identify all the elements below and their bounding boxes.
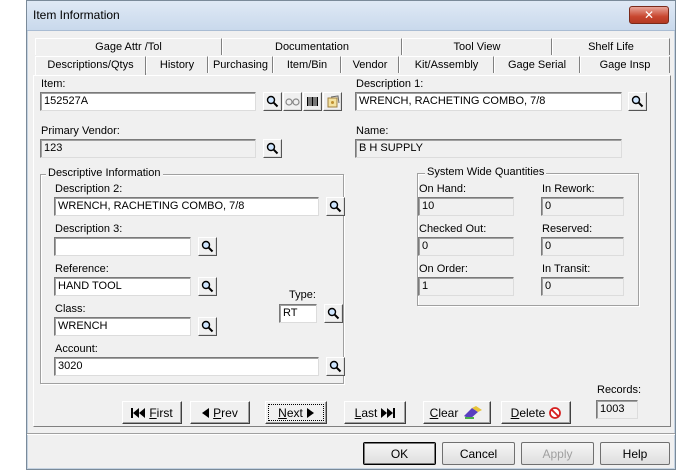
delete-label: Delete bbox=[510, 405, 546, 420]
tab-purchasing[interactable]: Purchasing bbox=[208, 56, 273, 73]
first-record-icon bbox=[131, 407, 146, 418]
first-record-label: First bbox=[149, 405, 173, 420]
class-field[interactable]: WRENCH bbox=[54, 317, 191, 336]
tab-history[interactable]: History bbox=[146, 56, 208, 73]
tab-gage-serial[interactable]: Gage Serial bbox=[494, 56, 580, 73]
class-label: Class: bbox=[55, 303, 86, 315]
primary-vendor-label: Primary Vendor: bbox=[41, 125, 120, 137]
ok-button[interactable]: OK bbox=[363, 442, 436, 465]
glasses-icon bbox=[285, 98, 300, 106]
description3-label: Description 3: bbox=[55, 223, 123, 235]
records-label: Records: bbox=[597, 384, 642, 396]
eraser-icon bbox=[464, 405, 483, 419]
reserved-field: 0 bbox=[541, 237, 624, 256]
records-count: 1003 bbox=[596, 400, 638, 419]
magnifier-icon bbox=[327, 307, 340, 320]
name-field: B H SUPPLY bbox=[355, 139, 622, 158]
window-title: Item Information bbox=[33, 8, 120, 22]
no-entry-icon bbox=[549, 406, 562, 419]
magnifier-icon bbox=[329, 200, 342, 213]
view-item-button[interactable] bbox=[283, 92, 302, 111]
description1-lookup-button[interactable] bbox=[628, 92, 647, 111]
first-record-button[interactable]: First bbox=[122, 401, 182, 424]
system-wide-quantities-title: System Wide Quantities bbox=[425, 166, 547, 178]
description1-field[interactable]: WRENCH, RACHETING COMBO, 7/8 bbox=[355, 92, 622, 111]
checked-out-label: Checked Out: bbox=[419, 223, 487, 235]
primary-vendor-field[interactable]: 123 bbox=[40, 139, 256, 158]
class-lookup-button[interactable] bbox=[198, 317, 217, 336]
primary-vendor-lookup-button[interactable] bbox=[263, 139, 282, 158]
magnifier-icon bbox=[266, 95, 279, 108]
on-hand-label: On Hand: bbox=[419, 183, 467, 195]
account-label: Account: bbox=[55, 343, 98, 355]
item-information-window: Item Information ✕ Gage Attr /Tol Docume… bbox=[26, 0, 676, 470]
type-field[interactable]: RT bbox=[279, 304, 317, 323]
description3-field[interactable] bbox=[54, 237, 191, 256]
last-record-button[interactable]: Last bbox=[344, 401, 406, 424]
tab-gage-attr-tol[interactable]: Gage Attr /Tol bbox=[35, 38, 222, 55]
magnifier-icon bbox=[329, 360, 342, 373]
reserved-label: Reserved: bbox=[542, 223, 593, 235]
prev-record-label: Prev bbox=[213, 405, 238, 420]
next-record-label: Next bbox=[278, 405, 303, 420]
close-button[interactable]: ✕ bbox=[629, 6, 669, 24]
on-order-label: On Order: bbox=[419, 263, 468, 275]
magnifier-icon bbox=[266, 142, 279, 155]
last-record-icon bbox=[381, 407, 396, 418]
descriptive-information-title: Descriptive Information bbox=[46, 167, 163, 179]
reference-lookup-button[interactable] bbox=[198, 277, 217, 296]
delete-button[interactable]: Delete bbox=[501, 401, 571, 424]
apply-button[interactable]: Apply bbox=[521, 442, 594, 465]
type-lookup-button[interactable] bbox=[324, 304, 343, 323]
description1-label: Description 1: bbox=[356, 78, 424, 90]
name-label: Name: bbox=[356, 125, 389, 137]
notes-icon bbox=[327, 95, 339, 108]
last-record-label: Last bbox=[354, 405, 378, 420]
item-label: Item: bbox=[41, 78, 66, 90]
prev-record-icon bbox=[202, 407, 210, 418]
account-field[interactable]: 3020 bbox=[54, 357, 319, 376]
barcode-button[interactable] bbox=[303, 92, 322, 111]
next-record-button[interactable]: Next bbox=[265, 401, 327, 424]
tab-item-bin[interactable]: Item/Bin bbox=[273, 56, 341, 73]
magnifier-icon bbox=[201, 240, 214, 253]
on-order-field: 1 bbox=[418, 277, 514, 296]
tab-tool-view[interactable]: Tool View bbox=[402, 38, 552, 55]
magnifier-icon bbox=[631, 95, 644, 108]
tab-documentation[interactable]: Documentation bbox=[222, 38, 402, 55]
in-rework-field: 0 bbox=[541, 197, 624, 216]
in-transit-field: 0 bbox=[541, 277, 624, 296]
type-label: Type: bbox=[289, 289, 316, 301]
footer-separator bbox=[27, 433, 675, 435]
in-rework-label: In Rework: bbox=[542, 183, 595, 195]
magnifier-icon bbox=[201, 280, 214, 293]
item-lookup-button[interactable] bbox=[263, 92, 282, 111]
tab-descriptions-qtys[interactable]: Descriptions/Qtys bbox=[35, 56, 146, 75]
clear-label: Clear bbox=[429, 405, 459, 420]
help-button[interactable]: Help bbox=[600, 442, 670, 465]
account-lookup-button[interactable] bbox=[326, 357, 345, 376]
in-transit-label: In Transit: bbox=[542, 263, 591, 275]
item-notes-button[interactable] bbox=[323, 92, 342, 111]
tab-gage-insp[interactable]: Gage Insp bbox=[580, 56, 670, 73]
cancel-button[interactable]: Cancel bbox=[442, 442, 515, 465]
reference-label: Reference: bbox=[55, 263, 109, 275]
next-record-icon bbox=[306, 407, 314, 418]
tab-kit-assembly[interactable]: Kit/Assembly bbox=[399, 56, 494, 73]
prev-record-button[interactable]: Prev bbox=[190, 401, 250, 424]
barcode-icon bbox=[307, 97, 318, 106]
description2-field[interactable]: WRENCH, RACHETING COMBO, 7/8 bbox=[54, 197, 319, 216]
magnifier-icon bbox=[201, 320, 214, 333]
reference-field[interactable]: HAND TOOL bbox=[54, 277, 191, 296]
description2-lookup-button[interactable] bbox=[326, 197, 345, 216]
title-bar[interactable]: Item Information ✕ bbox=[27, 1, 675, 31]
on-hand-field: 10 bbox=[418, 197, 514, 216]
checked-out-field: 0 bbox=[418, 237, 514, 256]
description2-label: Description 2: bbox=[55, 183, 123, 195]
description3-lookup-button[interactable] bbox=[198, 237, 217, 256]
item-field[interactable]: 152527A bbox=[40, 92, 256, 111]
tab-shelf-life[interactable]: Shelf Life bbox=[552, 38, 670, 55]
tab-vendor[interactable]: Vendor bbox=[341, 56, 399, 73]
clear-button[interactable]: Clear bbox=[423, 401, 491, 424]
